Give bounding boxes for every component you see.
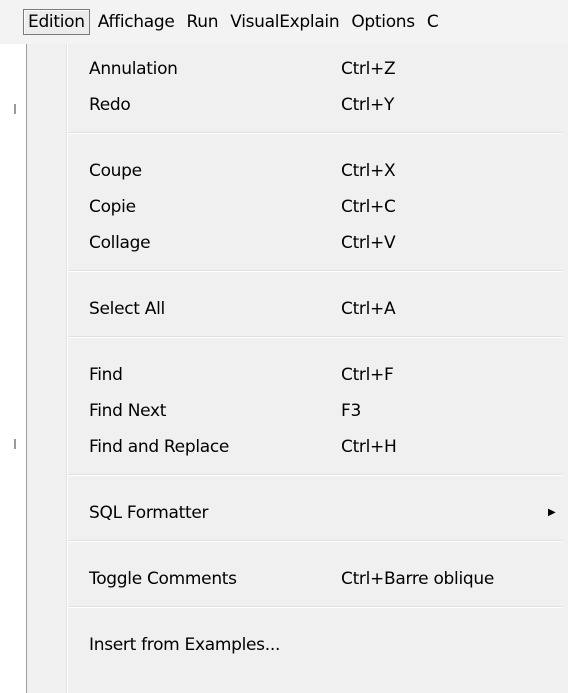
menu-item-sql-formatter[interactable]: SQL Formatter ▶ [27,496,567,532]
menu-item-label: Redo [89,95,131,115]
menu-item-coupe[interactable]: Coupe Ctrl+X [27,154,567,190]
menu-item-label: Collage [89,233,151,253]
screen: Edition Affichage Run VisualExplain Opti… [0,0,568,693]
menu-item-redo[interactable]: Redo Ctrl+Y [27,88,567,124]
menu-bar: Edition Affichage Run VisualExplain Opti… [0,0,568,44]
menu-item-collage[interactable]: Collage Ctrl+V [27,226,567,262]
menu-item-find-next[interactable]: Find Next F3 [27,394,567,430]
menu-item-shortcut: Ctrl+Z [341,59,396,79]
menu-item-label: Find [89,365,123,385]
menu-item-shortcut: Ctrl+F [341,365,394,385]
menu-item-label: Toggle Comments [89,569,237,589]
menu-item-label: Copie [89,197,136,217]
menu-item-shortcut: Ctrl+V [341,233,396,253]
menu-item-shortcut: F3 [341,401,361,421]
edge-mark [14,439,16,449]
menu-item-label: Annulation [89,59,178,79]
menu-separator [68,132,563,134]
menu-item-toggle-comments[interactable]: Toggle Comments Ctrl+Barre oblique [27,562,567,598]
menu-separator [68,540,563,542]
menu-item-copie[interactable]: Copie Ctrl+C [27,190,567,226]
menu-item-shortcut: Ctrl+A [341,299,396,319]
menu-run[interactable]: Run [183,10,223,34]
menu-item-annulation[interactable]: Annulation Ctrl+Z [27,52,567,88]
menu-item-label: SQL Formatter [89,503,209,523]
menu-edition[interactable]: Edition [23,9,90,35]
menu-item-find[interactable]: Find Ctrl+F [27,358,567,394]
menu-separator [68,270,563,272]
menu-item-shortcut: Ctrl+Barre oblique [341,569,495,589]
menu-separator [68,606,563,608]
menu-item-shortcut: Ctrl+X [341,161,396,181]
menu-item-shortcut: Ctrl+H [341,437,397,457]
edition-dropdown-menu: Annulation Ctrl+Z Redo Ctrl+Y Coupe Ctrl+X Cop… [26,44,568,693]
menu-separator [68,474,563,476]
menu-item-label: Find and Replace [89,437,230,457]
menu-item-find-and-replace[interactable]: Find and Replace Ctrl+H [27,430,567,466]
menu-visualexplain[interactable]: VisualExplain [226,10,343,34]
submenu-arrow-icon: ▶ [548,507,556,518]
menu-separator [68,336,563,338]
menu-affichage[interactable]: Affichage [94,10,179,34]
edge-mark [14,104,16,114]
menu-item-shortcut: Ctrl+Y [341,95,395,115]
menu-item-label: Select All [89,299,165,319]
menu-item-label: Find Next [89,401,167,421]
menu-item-select-all[interactable]: Select All Ctrl+A [27,292,567,328]
menu-item-label: Insert from Examples... [89,635,281,655]
menu-item-insert-from-examples[interactable]: Insert from Examples... [27,628,567,664]
menu-item-label: Coupe [89,161,142,181]
menu-options[interactable]: Options [347,10,419,34]
menu-truncated[interactable]: C [423,10,443,34]
background-window-edge [0,44,26,693]
menu-item-shortcut: Ctrl+C [341,197,396,217]
